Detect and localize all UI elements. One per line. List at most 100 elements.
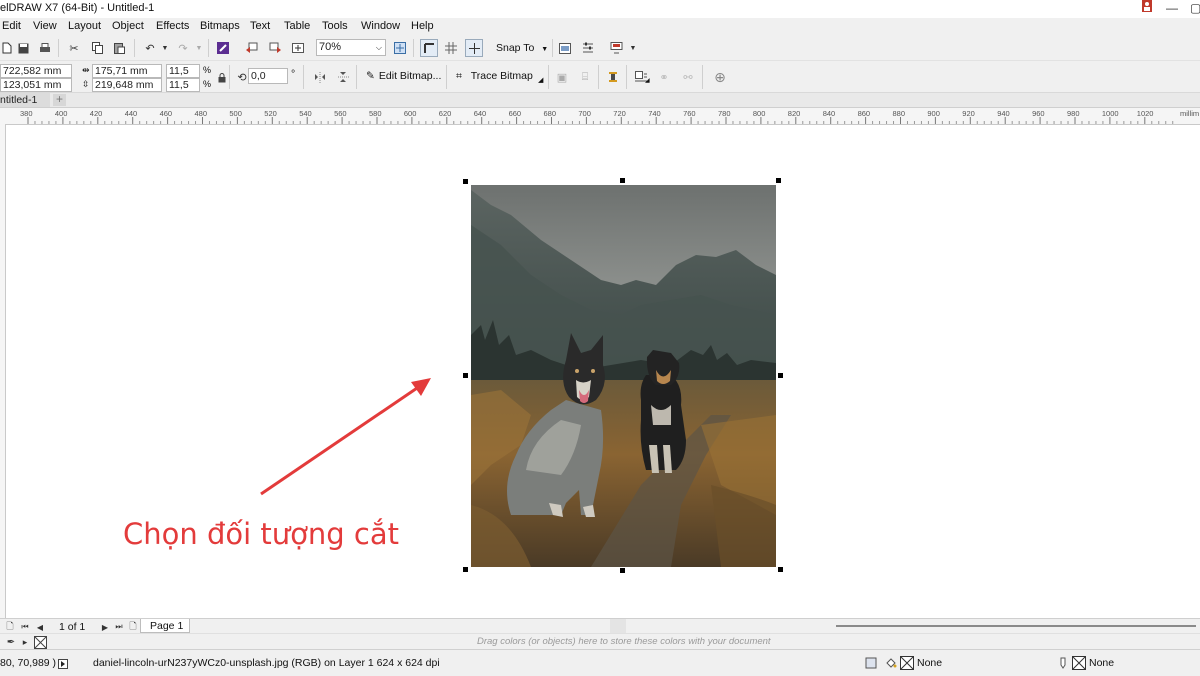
object-x-field[interactable]: 722,582 mm <box>0 64 72 78</box>
selection-handle-right[interactable] <box>778 373 783 378</box>
rotation-angle-field[interactable]: 0,0 <box>248 68 288 84</box>
paste-icon[interactable] <box>112 41 126 55</box>
application-launcher-icon[interactable] <box>609 41 623 55</box>
maximize-icon[interactable]: ▢ <box>1190 0 1200 18</box>
menu-bitmaps[interactable]: Bitmaps <box>200 20 240 32</box>
menu-object[interactable]: Object <box>112 20 144 32</box>
snap-to-button[interactable]: Snap To ▼ <box>496 38 548 58</box>
add-page-before-icon[interactable]: 🗋 <box>3 620 17 634</box>
mirror-horizontal-icon[interactable] <box>313 70 327 84</box>
previous-page-icon[interactable]: ◀ <box>33 620 47 634</box>
menu-edit[interactable]: Edit <box>2 20 21 32</box>
palette-hint: Drag colors (or objects) here to store t… <box>477 636 771 647</box>
first-page-icon[interactable]: ⏮ <box>18 620 32 634</box>
selection-handle-bottom-left[interactable] <box>463 567 468 572</box>
selection-handle-top[interactable] <box>620 178 625 183</box>
full-screen-preview-icon[interactable] <box>393 41 407 55</box>
no-color-swatch-icon[interactable] <box>33 635 47 649</box>
standard-toolbar: ✂ ↶ ▼ ↷ ▼ 70% ⌵ Snap To ▼ ▼ <box>0 36 1200 61</box>
undo-icon[interactable]: ↶ <box>143 41 157 55</box>
outline-pen-icon[interactable] <box>1056 656 1070 670</box>
horizontal-ruler[interactable]: 380 400 420 440 460 480 500 520 540 560 580 600 620 6… <box>0 108 1200 125</box>
options-icon[interactable] <box>581 41 595 55</box>
ruler-label: 900 <box>927 109 940 118</box>
lock-ratio-icon[interactable] <box>215 71 229 85</box>
status-bar: 80, 70,989 ) daniel-lincoln-urN237yWCz0-… <box>0 649 1200 676</box>
selection-handle-bottom-right[interactable] <box>778 567 783 572</box>
wrap-text-dropdown-icon[interactable]: ◢ <box>645 77 650 84</box>
ruler-label: 840 <box>822 109 836 118</box>
edit-bitmap-button[interactable]: ✎ Edit Bitmap... <box>366 66 441 86</box>
add-page-after-icon[interactable]: 🗋 <box>126 620 140 634</box>
object-y-value: 123,051 mm <box>3 79 62 91</box>
show-grid-icon[interactable] <box>444 41 458 55</box>
minimize-icon[interactable]: — <box>1166 0 1178 18</box>
object-height-value: 219,648 mm <box>95 79 154 91</box>
last-page-icon[interactable]: ⏭ <box>112 620 126 634</box>
menu-table[interactable]: Table <box>284 20 310 32</box>
palette-flyout-icon[interactable]: ▸ <box>18 635 32 649</box>
fill-info-icon <box>864 656 878 670</box>
redo-dropdown-icon[interactable]: ▼ <box>192 41 206 55</box>
trace-bitmap-dropdown-icon[interactable]: ◢ <box>538 76 543 84</box>
zoom-select[interactable]: 70% ⌵ <box>316 39 386 56</box>
new-document-icon[interactable] <box>0 41 14 55</box>
rotation-angle-value: 0,0 <box>251 70 266 82</box>
object-width-field[interactable]: 175,71 mm <box>92 64 162 78</box>
object-info: daniel-lincoln-urN237yWCz0-unsplash.jpg … <box>93 657 440 669</box>
combine-icon[interactable]: ⚭ <box>657 70 671 84</box>
eyedropper-icon[interactable]: ✒ <box>4 635 18 649</box>
new-tab-plus-icon[interactable]: + <box>53 93 66 106</box>
selection-handle-top-left[interactable] <box>463 179 468 184</box>
menu-text[interactable]: Text <box>250 20 270 32</box>
drawing-canvas[interactable]: Chọn đối tượng cắt <box>6 125 1200 618</box>
menu-effects[interactable]: Effects <box>156 20 189 32</box>
redo-icon[interactable]: ↷ <box>176 41 190 55</box>
bitmap-color-mask-icon[interactable] <box>606 70 620 84</box>
search-content-icon[interactable] <box>216 41 230 55</box>
dogs-photo-bitmap[interactable] <box>471 185 776 567</box>
fill-bucket-icon[interactable] <box>884 656 898 670</box>
scale-y-field[interactable]: 11,5 <box>166 78 200 92</box>
object-y-field[interactable]: 123,051 mm <box>0 78 72 92</box>
horizontal-scrollbar[interactable] <box>836 625 1196 627</box>
rotation-icon: ⟲ <box>237 71 247 84</box>
horizontal-scroll-left[interactable] <box>610 619 626 634</box>
page-tab-1[interactable]: Page 1 <box>140 619 190 633</box>
menu-layout[interactable]: Layout <box>68 20 101 32</box>
menu-window[interactable]: Window <box>361 20 400 32</box>
welcome-screen-icon[interactable] <box>558 41 572 55</box>
save-icon[interactable] <box>16 41 30 55</box>
selection-handle-top-right[interactable] <box>776 178 781 183</box>
application-launcher-dropdown-icon[interactable]: ▼ <box>626 41 640 55</box>
undo-dropdown-icon[interactable]: ▼ <box>158 41 172 55</box>
print-icon[interactable] <box>38 41 52 55</box>
play-macro-icon[interactable] <box>56 657 70 671</box>
copy-icon[interactable] <box>90 41 104 55</box>
show-rulers-icon[interactable] <box>420 39 438 57</box>
cut-icon[interactable]: ✂ <box>67 41 81 55</box>
document-palette: ✒ ▸ Drag colors (or objects) here to sto… <box>0 633 1200 650</box>
selection-handle-left[interactable] <box>463 373 468 378</box>
import-icon[interactable] <box>244 41 258 55</box>
export-icon[interactable] <box>268 41 282 55</box>
publish-pdf-icon[interactable] <box>291 41 305 55</box>
user-icon[interactable] <box>1142 0 1152 18</box>
menu-help[interactable]: Help <box>411 20 434 32</box>
break-apart-icon[interactable]: ⚯ <box>681 70 695 84</box>
next-page-icon[interactable]: ▶ <box>98 620 112 634</box>
trace-bitmap-button[interactable]: ⌗ Trace Bitmap <box>456 66 533 86</box>
document-tab-untitled[interactable]: ntitled-1 <box>0 93 50 107</box>
selection-handle-bottom[interactable] <box>620 568 625 573</box>
show-guidelines-icon[interactable] <box>465 39 483 57</box>
object-height-field[interactable]: 219,648 mm <box>92 78 162 92</box>
menu-view[interactable]: View <box>33 20 57 32</box>
add-preset-icon[interactable]: ⊕ <box>712 69 728 85</box>
mirror-vertical-icon[interactable] <box>336 70 350 84</box>
trace-bitmap-label: Trace Bitmap <box>470 70 533 82</box>
crop-bitmap-icon[interactable]: ⌸ <box>578 70 592 84</box>
ruler-label: 600 <box>403 109 417 118</box>
scale-x-field[interactable]: 11,5 <box>166 64 200 78</box>
resample-icon[interactable]: ▣ <box>555 70 569 84</box>
menu-tools[interactable]: Tools <box>322 20 348 32</box>
